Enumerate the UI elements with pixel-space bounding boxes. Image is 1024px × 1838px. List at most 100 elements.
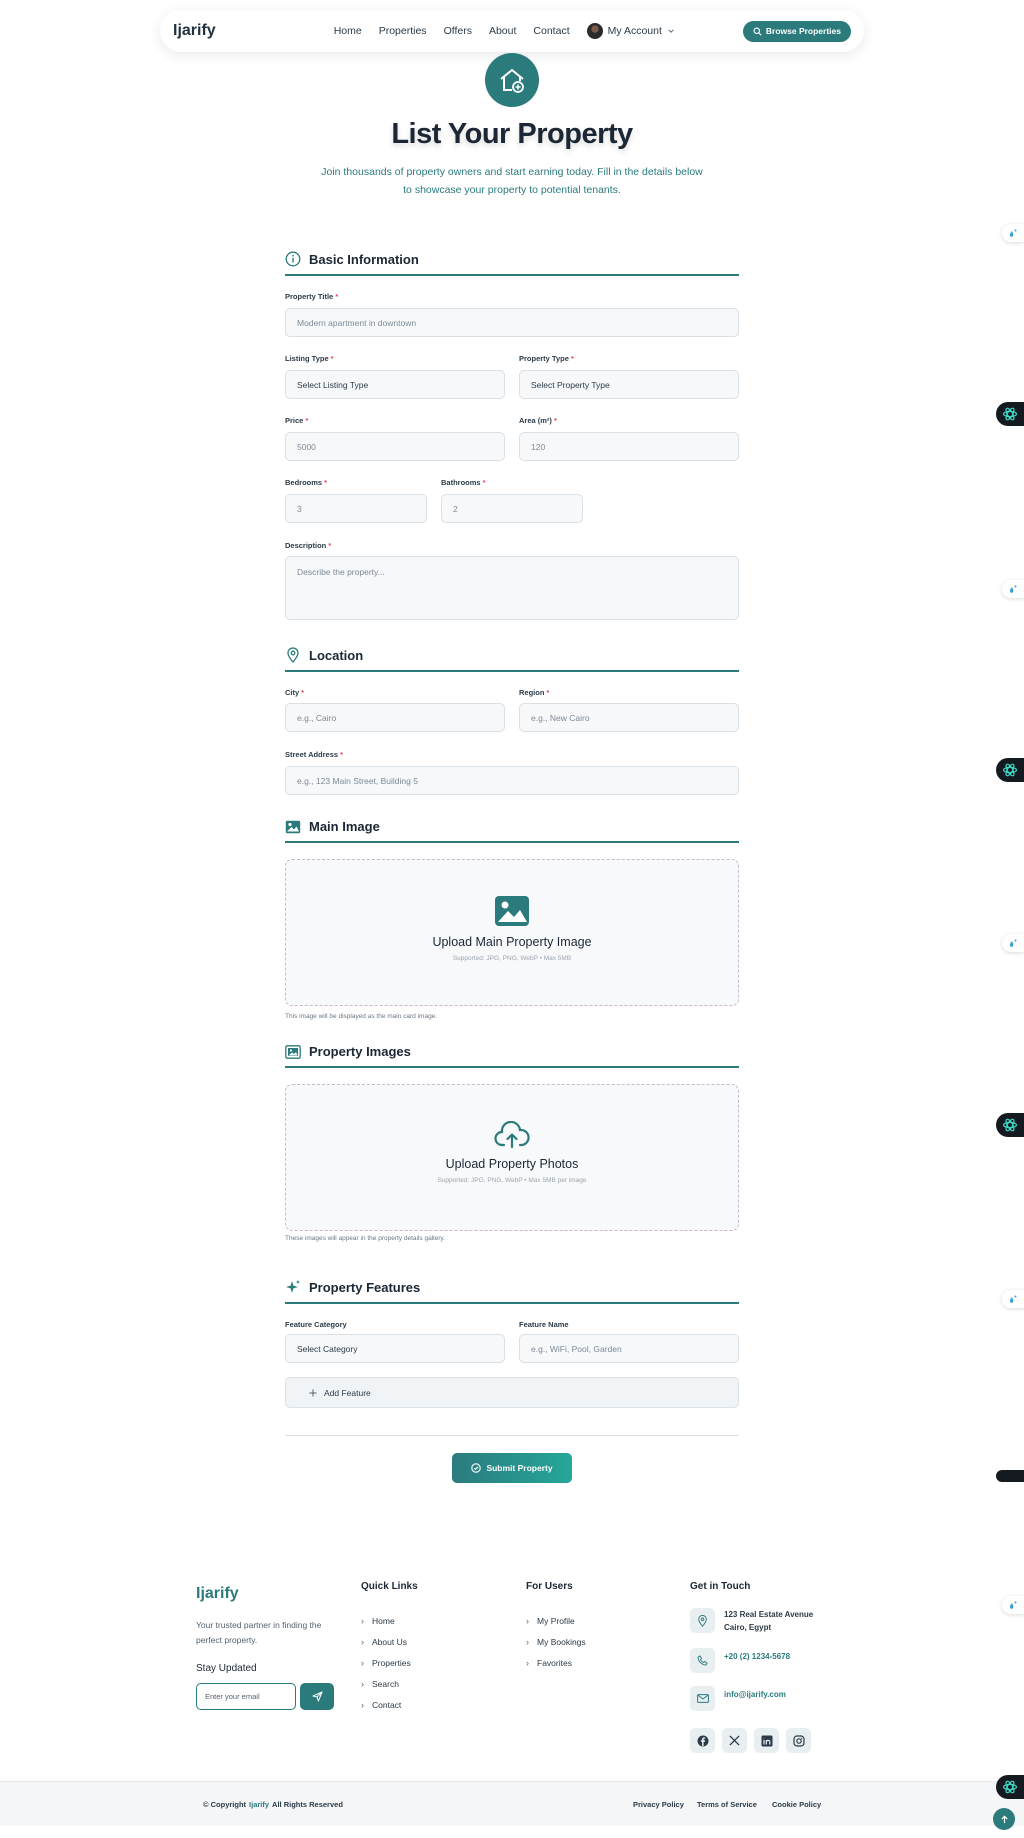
page-title: List Your Property: [391, 118, 633, 150]
section-property-images: Property Images: [285, 1044, 739, 1068]
email-address[interactable]: info@ijarify.com: [724, 1688, 786, 1711]
image-icon: [285, 820, 301, 833]
contact-phone[interactable]: +20 (2) 1234-5678: [690, 1648, 790, 1673]
newsletter-send-button[interactable]: [300, 1683, 334, 1710]
floating-widget-icon[interactable]: [1002, 224, 1024, 242]
street-address-input[interactable]: e.g., 123 Main Street, Building 5: [285, 766, 739, 795]
cookie-policy-link[interactable]: Cookie Policy: [772, 1800, 821, 1809]
browse-label: Browse Properties: [765, 26, 841, 36]
property-images-dropzone[interactable]: Upload Property Photos Supported: JPG, P…: [285, 1084, 739, 1231]
nav-link-contact[interactable]: Contact: [533, 25, 569, 37]
feature-name-input[interactable]: e.g., WiFi, Pool, Garden: [519, 1334, 739, 1363]
floating-widget-icon[interactable]: [1002, 934, 1024, 952]
section-main-image: Main Image: [285, 819, 739, 843]
floating-widget-icon[interactable]: [1002, 1290, 1024, 1308]
address-line-1: 123 Real Estate Avenue: [724, 1610, 814, 1619]
floating-widget-icon[interactable]: [1002, 580, 1024, 598]
price-label: Price *: [285, 416, 309, 425]
bathrooms-label: Bathrooms *: [441, 478, 486, 487]
property-title-input[interactable]: Modern apartment in downtown: [285, 308, 739, 337]
nav-link-home[interactable]: Home: [334, 25, 362, 37]
city-label: City *: [285, 688, 305, 697]
newsletter-email-input[interactable]: Enter your email: [196, 1683, 296, 1710]
main-image-dropzone[interactable]: Upload Main Property Image Supported: JP…: [285, 859, 739, 1006]
upload-title: Upload Main Property Image: [432, 935, 592, 949]
floating-widget-icon[interactable]: [1002, 1596, 1024, 1614]
sparkles-icon: [286, 1280, 300, 1293]
check-circle-icon: [471, 1463, 482, 1473]
region-label: Region *: [519, 688, 550, 697]
facebook-icon[interactable]: [690, 1728, 715, 1753]
footer-link-bookings[interactable]: › My Bookings: [526, 1631, 586, 1652]
ai-assistant-icon[interactable]: [996, 402, 1024, 426]
search-icon: [753, 26, 762, 36]
arrow-up-icon: [1000, 1815, 1008, 1823]
nav-logo[interactable]: Ijarify: [173, 22, 216, 40]
footer-link-search[interactable]: › Search: [361, 1673, 411, 1694]
region-input[interactable]: e.g., New Cairo: [519, 703, 739, 732]
contact-address: 123 Real Estate Avenue Cairo, Egypt: [690, 1608, 813, 1634]
footer-link-about[interactable]: › About Us: [361, 1631, 411, 1652]
phone-number[interactable]: +20 (2) 1234-5678: [724, 1650, 790, 1673]
footer-logo[interactable]: Ijarify: [196, 1585, 239, 1603]
map-pin-icon: [287, 647, 299, 663]
bedrooms-input[interactable]: 3: [285, 494, 427, 523]
footer-link-home[interactable]: › Home: [361, 1610, 411, 1631]
contact-email[interactable]: info@ijarify.com: [690, 1686, 786, 1711]
feature-name-label: Feature Name: [519, 1320, 569, 1329]
quick-links-list: › Home › About Us › Properties › Search › Con…: [361, 1610, 411, 1715]
navbar: Ijarify Home Properties Offers About Con…: [160, 10, 864, 52]
page-subtitle: Join thousands of property owners and st…: [321, 166, 703, 196]
description-textarea[interactable]: Describe the property...: [285, 556, 739, 620]
footer-link-profile[interactable]: › My Profile: [526, 1610, 586, 1631]
address-line-2: Cairo, Egypt: [724, 1623, 772, 1632]
property-title-label: Property Title *: [285, 292, 339, 301]
listing-type-select[interactable]: Select Listing Type: [285, 370, 505, 399]
upload-title: Upload Property Photos: [445, 1157, 579, 1171]
privacy-policy-link[interactable]: Privacy Policy: [633, 1800, 684, 1809]
feature-category-label: Feature Category: [285, 1320, 347, 1329]
bathrooms-input[interactable]: 2: [441, 494, 583, 523]
send-icon: [311, 1691, 323, 1702]
browse-properties-button[interactable]: Browse Properties: [742, 20, 851, 42]
submit-property-button[interactable]: Submit Property: [452, 1453, 572, 1483]
divider: [285, 1435, 739, 1436]
footer-link-properties[interactable]: › Properties: [361, 1652, 411, 1673]
city-input[interactable]: e.g., Cairo: [285, 703, 505, 732]
ai-assistant-icon[interactable]: [996, 758, 1024, 782]
nav-link-offers[interactable]: Offers: [444, 25, 472, 37]
footer-link-favorites[interactable]: › Favorites: [526, 1652, 586, 1673]
scroll-to-top-button[interactable]: [993, 1808, 1015, 1830]
info-icon: [285, 251, 301, 267]
ai-assistant-icon[interactable]: [996, 1775, 1024, 1799]
nav-link-properties[interactable]: Properties: [379, 25, 427, 37]
account-menu[interactable]: My Account: [586, 23, 675, 39]
nav-link-about[interactable]: About: [489, 25, 516, 37]
area-input[interactable]: 120: [519, 432, 739, 461]
linkedin-icon[interactable]: [754, 1728, 779, 1753]
chevron-down-icon: [668, 29, 674, 33]
section-heading: Basic Information: [309, 251, 419, 267]
ai-assistant-icon[interactable]: [996, 1470, 1024, 1482]
footer-bottom-bar: [0, 1781, 1024, 1826]
terms-of-service-link[interactable]: Terms of Service: [697, 1800, 757, 1809]
feature-category-select[interactable]: Select Category: [285, 1334, 505, 1363]
add-feature-button[interactable]: Add Feature: [285, 1377, 739, 1408]
property-images-note: These images will appear in the property…: [285, 1235, 445, 1242]
property-type-select[interactable]: Select Property Type: [519, 370, 739, 399]
footer-link-contact[interactable]: › Contact: [361, 1694, 411, 1715]
submit-label: Submit Property: [486, 1463, 553, 1473]
description-label: Description *: [285, 541, 332, 550]
cloud-upload-icon: [494, 1121, 530, 1149]
home-add-icon: [485, 53, 539, 107]
section-location: Location: [285, 647, 739, 672]
plus-icon: [309, 1389, 317, 1396]
image-icon: [495, 896, 529, 926]
section-heading: Main Image: [309, 819, 380, 834]
price-input[interactable]: 5000: [285, 432, 505, 461]
ai-assistant-icon[interactable]: [996, 1113, 1024, 1137]
area-label: Area (m²) *: [519, 416, 557, 425]
instagram-icon[interactable]: [786, 1728, 811, 1753]
section-basic-information: Basic Information: [285, 251, 739, 276]
x-twitter-icon[interactable]: [722, 1728, 747, 1753]
